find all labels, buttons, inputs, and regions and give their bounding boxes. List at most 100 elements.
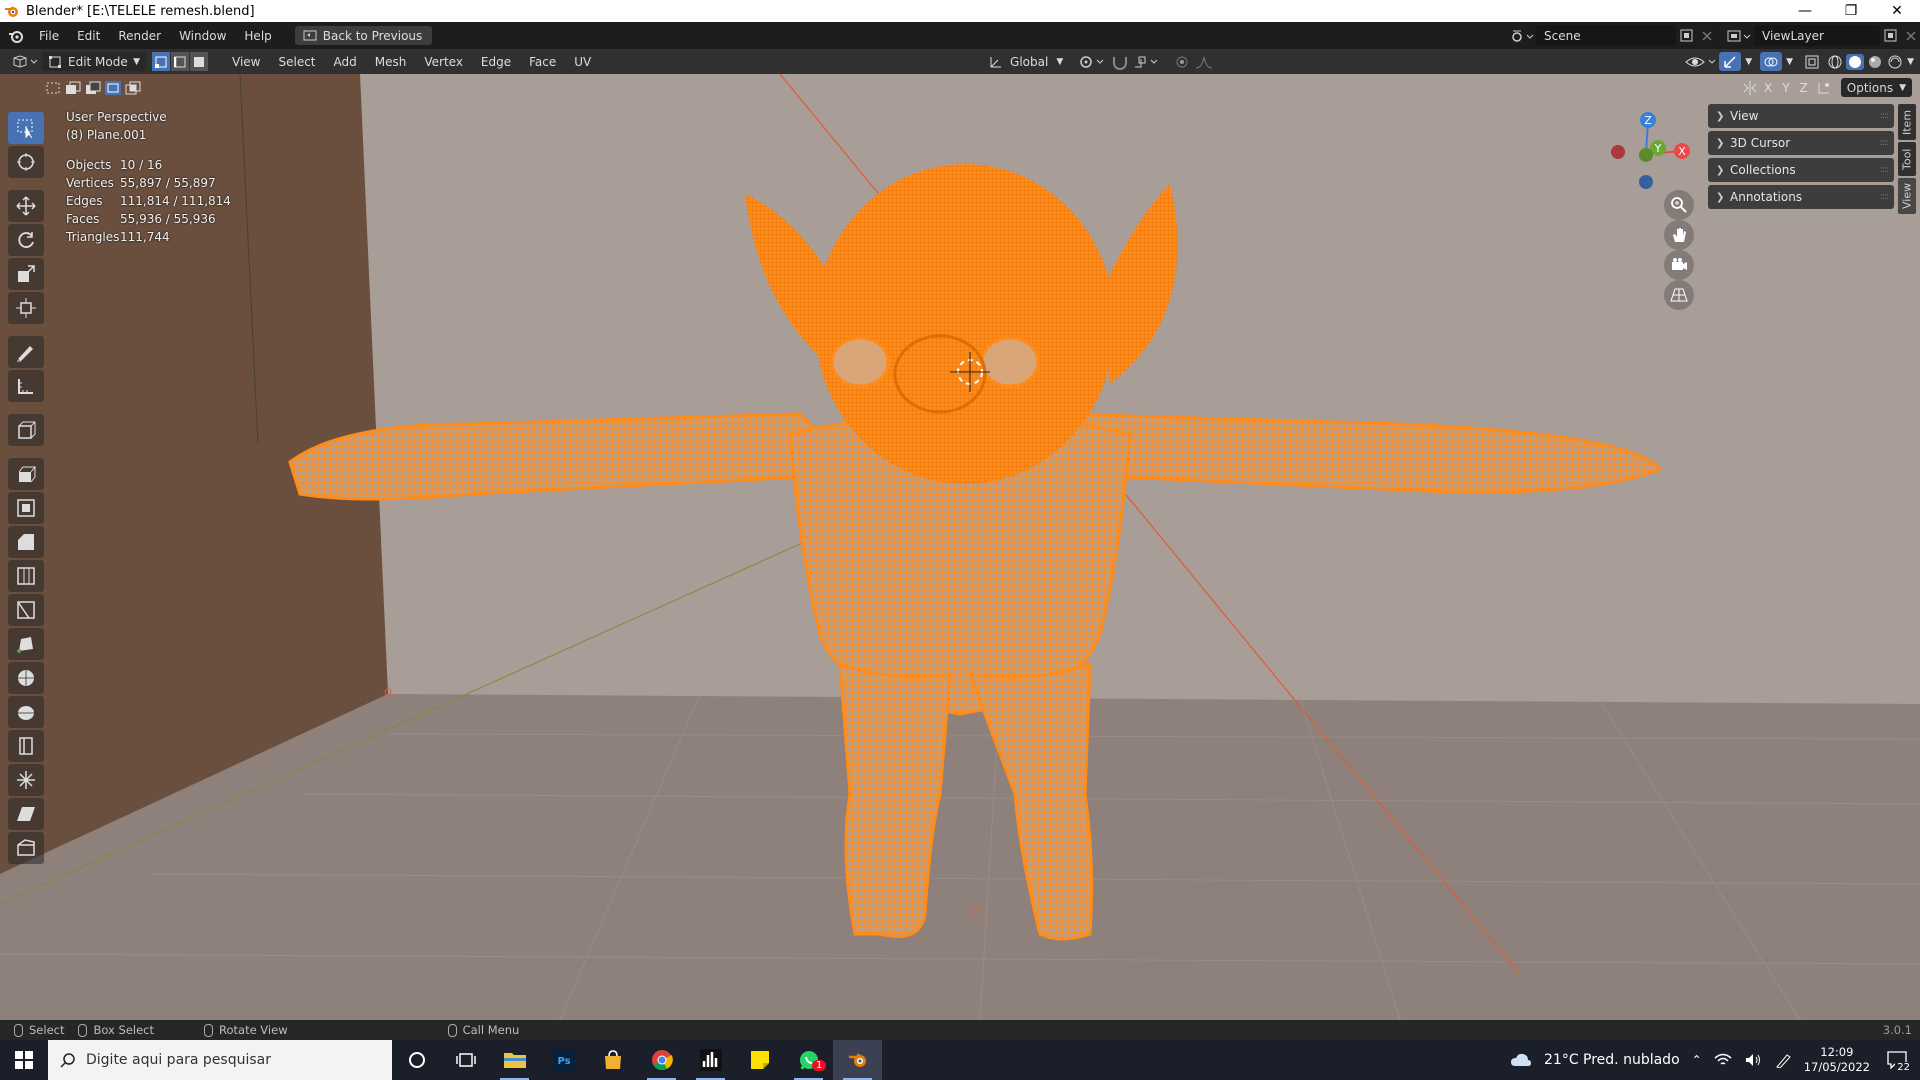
- taskbar-audio-app[interactable]: [686, 1040, 735, 1080]
- snap-target-icon[interactable]: [1131, 53, 1163, 71]
- mirror-z-toggle[interactable]: Z: [1795, 81, 1813, 95]
- chevron-up-icon[interactable]: ⌃: [1692, 1053, 1702, 1067]
- tool-rotate[interactable]: [8, 224, 44, 256]
- delete-scene-icon[interactable]: [1698, 27, 1716, 45]
- close-window-button[interactable]: ✕: [1874, 0, 1920, 22]
- network-icon[interactable]: [1714, 1052, 1732, 1068]
- select-intersect-icon[interactable]: [124, 80, 142, 96]
- menu-file[interactable]: File: [30, 29, 68, 43]
- drag-grip-icon[interactable]: ::::: [1880, 111, 1889, 121]
- tool-rip-region[interactable]: [8, 832, 44, 864]
- neg-y-axis-handle[interactable]: [1639, 148, 1653, 162]
- header-menu-mesh[interactable]: Mesh: [366, 55, 416, 69]
- new-scene-icon[interactable]: [1676, 27, 1698, 45]
- zoom-view-button[interactable]: [1664, 190, 1694, 220]
- material-shading-icon[interactable]: [1865, 53, 1885, 71]
- tool-knife[interactable]: [8, 594, 44, 626]
- options-dropdown[interactable]: Options ▼: [1840, 78, 1912, 97]
- volume-icon[interactable]: [1744, 1052, 1762, 1068]
- wireframe-shading-icon[interactable]: [1825, 53, 1845, 71]
- npanel-3d-cursor-section[interactable]: ❯ 3D Cursor::::: [1708, 131, 1894, 155]
- tool-scale[interactable]: [8, 258, 44, 290]
- menu-help[interactable]: Help: [235, 29, 280, 43]
- transform-orientation-dropdown[interactable]: Global ▼: [982, 52, 1069, 71]
- menu-render[interactable]: Render: [109, 29, 170, 43]
- gizmo-toggle-button[interactable]: [1719, 52, 1742, 71]
- neg-z-axis-handle[interactable]: [1639, 175, 1653, 189]
- editor-type-icon[interactable]: [6, 52, 42, 72]
- tool-cursor[interactable]: [8, 146, 44, 178]
- tool-measure[interactable]: [8, 370, 44, 402]
- face-select-button[interactable]: [190, 52, 208, 71]
- 3d-viewport[interactable]: [0, 74, 1920, 1020]
- select-invert-icon[interactable]: [104, 80, 122, 96]
- camera-view-button[interactable]: [1664, 250, 1694, 280]
- overlays-toggle-button[interactable]: [1760, 52, 1783, 71]
- menu-window[interactable]: Window: [170, 29, 235, 43]
- tool-bevel[interactable]: [8, 526, 44, 558]
- snap-icon[interactable]: [1109, 53, 1131, 71]
- viewlayer-name-field[interactable]: ViewLayer: [1754, 25, 1880, 46]
- header-menu-select[interactable]: Select: [269, 55, 324, 69]
- taskbar-store[interactable]: [588, 1040, 637, 1080]
- visibility-icon[interactable]: [1683, 53, 1719, 71]
- auto-merge-icon[interactable]: [1813, 80, 1837, 96]
- taskbar-photoshop[interactable]: Ps: [539, 1040, 588, 1080]
- delete-viewlayer-icon[interactable]: [1902, 27, 1920, 45]
- taskbar-chrome[interactable]: [637, 1040, 686, 1080]
- pen-icon[interactable]: [1774, 1052, 1792, 1068]
- scene-selector-icon[interactable]: [1508, 27, 1536, 45]
- cortana-button[interactable]: [392, 1040, 441, 1080]
- projection-toggle-button[interactable]: [1664, 280, 1694, 310]
- task-view-button[interactable]: [441, 1040, 490, 1080]
- pan-view-button[interactable]: [1664, 220, 1694, 250]
- npanel-collections-section[interactable]: ❯ Collections::::: [1708, 158, 1894, 182]
- cloud-weather-icon[interactable]: [1510, 1052, 1532, 1068]
- edge-select-button[interactable]: [171, 52, 189, 71]
- taskbar-blender[interactable]: [833, 1040, 882, 1080]
- tool-shear[interactable]: [8, 798, 44, 830]
- npanel-annotations-section[interactable]: ❯ Annotations::::: [1708, 185, 1894, 209]
- chevron-down-icon[interactable]: ▼: [1786, 57, 1793, 67]
- viewlayer-selector-icon[interactable]: [1724, 27, 1754, 45]
- notification-center-button[interactable]: 22: [1882, 1045, 1912, 1075]
- npanel-view-section[interactable]: ❯ View::::: [1708, 104, 1894, 128]
- scene-name-field[interactable]: Scene: [1536, 25, 1676, 46]
- solid-shading-icon[interactable]: [1845, 53, 1865, 71]
- select-new-icon[interactable]: [44, 80, 62, 96]
- start-button[interactable]: [0, 1040, 48, 1080]
- vertex-select-button[interactable]: [152, 52, 170, 71]
- xray-icon[interactable]: [1801, 53, 1825, 71]
- rendered-shading-icon[interactable]: [1885, 53, 1905, 71]
- tool-shrink-fatten[interactable]: [8, 764, 44, 796]
- select-subtract-icon[interactable]: [84, 80, 102, 96]
- tab-tool[interactable]: Tool: [1898, 142, 1916, 176]
- tool-annotate[interactable]: [8, 336, 44, 368]
- tool-extrude[interactable]: [8, 458, 44, 490]
- tool-smooth[interactable]: [8, 696, 44, 728]
- taskbar-sticky-notes[interactable]: [735, 1040, 784, 1080]
- header-menu-add[interactable]: Add: [325, 55, 366, 69]
- select-extend-icon[interactable]: [64, 80, 82, 96]
- header-menu-uv[interactable]: UV: [565, 55, 600, 69]
- tool-edge-slide[interactable]: [8, 730, 44, 762]
- tool-add-cube[interactable]: [8, 414, 44, 446]
- header-menu-face[interactable]: Face: [520, 55, 565, 69]
- menu-edit[interactable]: Edit: [68, 29, 109, 43]
- tool-loop-cut[interactable]: [8, 560, 44, 592]
- tool-spin[interactable]: [8, 662, 44, 694]
- tool-poly-build[interactable]: [8, 628, 44, 660]
- blender-menu-icon[interactable]: [0, 26, 30, 46]
- taskbar-clock[interactable]: 12:09 17/05/2022: [1804, 1045, 1870, 1075]
- taskbar-file-explorer[interactable]: [490, 1040, 539, 1080]
- tool-transform[interactable]: [8, 292, 44, 324]
- mirror-x-toggle[interactable]: X: [1759, 81, 1777, 95]
- taskbar-whatsapp[interactable]: 1: [784, 1040, 833, 1080]
- proportional-edit-icon[interactable]: [1171, 53, 1193, 71]
- new-viewlayer-icon[interactable]: [1880, 27, 1902, 45]
- minimize-button[interactable]: —: [1782, 0, 1828, 22]
- chevron-down-icon[interactable]: ▼: [1907, 57, 1914, 67]
- back-to-previous-button[interactable]: Back to Previous: [294, 26, 433, 45]
- restore-button[interactable]: ❐: [1828, 0, 1874, 22]
- falloff-icon[interactable]: [1193, 53, 1223, 71]
